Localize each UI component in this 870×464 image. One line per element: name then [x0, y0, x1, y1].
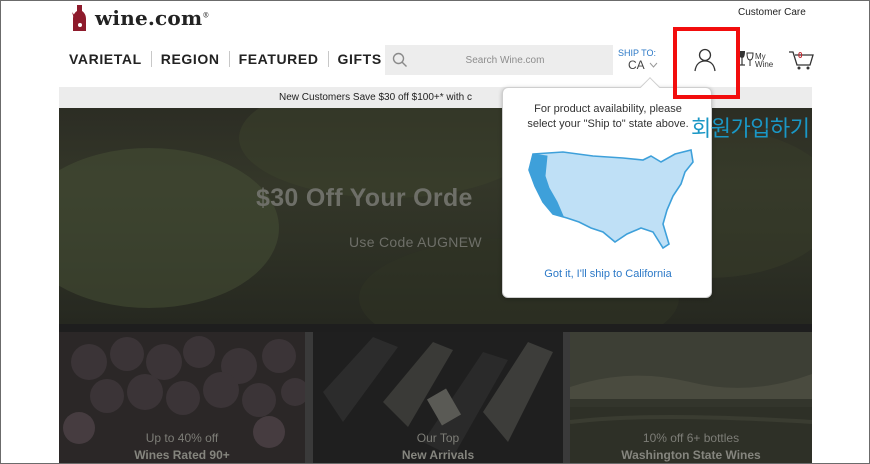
nav-gifts[interactable]: GIFTS [327, 51, 391, 67]
ship-to-popover: For product availability, please select … [502, 77, 713, 298]
promo-tile-new-arrivals[interactable]: Our Top New Arrivals [313, 332, 563, 463]
ship-to-label: SHIP TO: [618, 48, 657, 58]
promo-tile-wines-rated[interactable]: Up to 40% off Wines Rated 90+ [59, 332, 305, 463]
popover-arrow [640, 77, 660, 97]
nav-featured[interactable]: FEATURED [228, 51, 328, 67]
tile-gap [305, 332, 313, 463]
logo-wordmark: wine.com® [95, 6, 210, 30]
hero-vine-texture [59, 148, 279, 308]
hero-subtitle: Use Code AUGNEW [349, 234, 482, 250]
hero-divider [59, 324, 812, 332]
customer-care-link[interactable]: Customer Care [738, 7, 806, 18]
tile-subtitle: New Arrivals [401, 448, 475, 462]
main-nav: VARIETAL REGION FEATURED GIFTS [69, 51, 391, 67]
promo-tile-washington[interactable]: 10% off 6+ bottles Washington State Wine… [570, 332, 812, 463]
popover-message-line2: select your "Ship to" state above. [527, 118, 689, 130]
tile-subtitle: Wines Rated 90+ [134, 448, 230, 462]
promo-text: New Customers Save $30 off $100+* with c [279, 92, 472, 103]
tile-subtitle: Washington State Wines [621, 448, 761, 462]
chevron-down-icon [649, 62, 658, 68]
nav-varietal[interactable]: VARIETAL [69, 51, 151, 67]
cart-count-badge: 0 [798, 51, 803, 60]
ship-to-state: CA [628, 58, 645, 72]
search-bar [385, 45, 613, 75]
popover-message-line1: For product availability, please [534, 103, 682, 115]
tile-title: Up to 40% off [145, 431, 219, 445]
browser-viewport: wine.com® Customer Care VARIETAL REGION … [0, 0, 870, 464]
site-logo[interactable]: wine.com® [69, 3, 210, 33]
popover-message: For product availability, please select … [503, 102, 713, 132]
mywine-label-line2: Wine [755, 60, 774, 69]
mywine-link[interactable]: My Wine [737, 49, 773, 69]
hero-title: $30 Off Your Orde [256, 184, 473, 212]
tile-title: 10% off 6+ bottles [642, 431, 740, 445]
nav-region[interactable]: REGION [150, 51, 229, 67]
us-map-icon [528, 149, 694, 250]
annotation-label: 회원가입하기 [691, 117, 810, 142]
highlight-box [673, 27, 740, 99]
tile-title: Our Top [416, 431, 460, 445]
ship-to-selector[interactable]: SHIP TO: CA [618, 48, 658, 72]
confirm-ship-to-link[interactable]: Got it, I'll ship to California [503, 268, 713, 280]
wine-bottle-logo-icon [72, 5, 86, 31]
search-icon[interactable] [385, 45, 415, 75]
search-input[interactable] [415, 54, 595, 66]
tile-gap [563, 332, 570, 463]
